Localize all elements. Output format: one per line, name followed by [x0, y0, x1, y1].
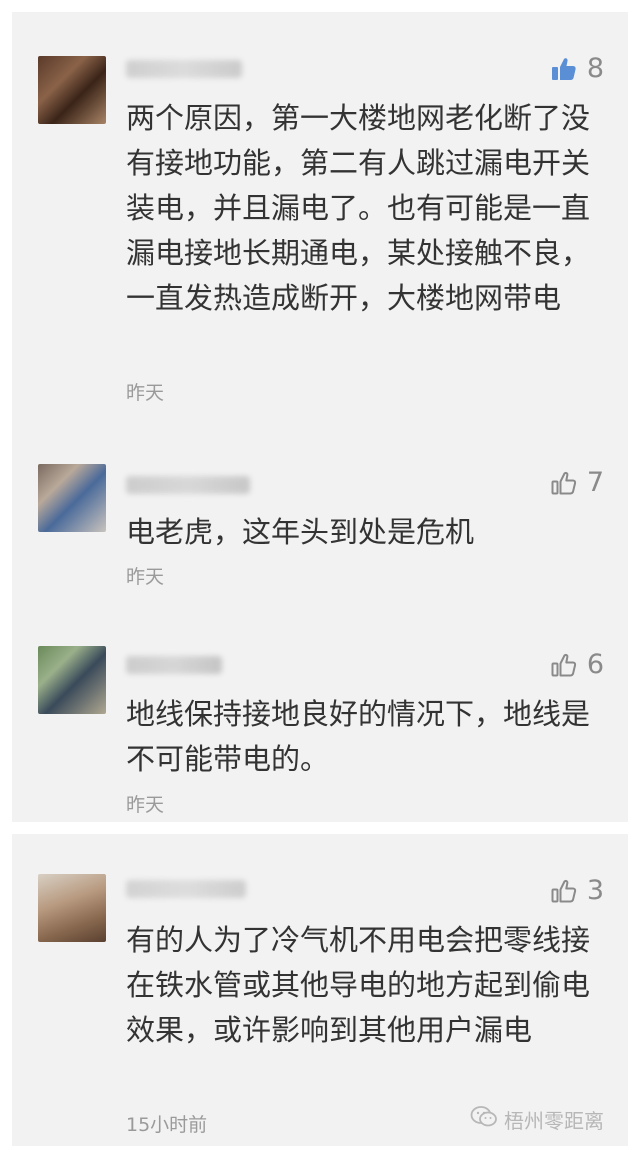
watermark-text: 梧州零距离: [504, 1109, 604, 1133]
comments-card-secondary: 3 有的人为了冷气机不用电会把零线接在铁水管或其他导电的地方起到偷电效果，或许影…: [12, 834, 628, 1146]
username-blurred[interactable]: [126, 60, 242, 78]
comment-time: 15小时前: [126, 1114, 208, 1136]
username-blurred[interactable]: [126, 880, 246, 898]
avatar[interactable]: [38, 464, 106, 532]
avatar[interactable]: [38, 646, 106, 714]
comment-time: 昨天: [126, 794, 165, 816]
username-blurred[interactable]: [126, 476, 250, 494]
comment-text: 有的人为了冷气机不用电会把零线接在铁水管或其他导电的地方起到偷电效果，或许影响到…: [126, 923, 591, 1047]
thumbs-up-icon: [551, 470, 577, 496]
watermark: 梧州零距离: [470, 1105, 604, 1134]
like-count: 3: [586, 875, 604, 906]
avatar[interactable]: [38, 56, 106, 124]
like-count: 7: [586, 467, 604, 498]
thumbs-up-filled-icon: [551, 56, 577, 82]
avatar[interactable]: [38, 874, 106, 942]
thumbs-up-icon: [551, 652, 577, 678]
comment-text: 地线保持接地良好的情况下，地线是不可能带电的。: [126, 697, 591, 776]
wechat-logo-icon: [470, 1105, 498, 1134]
like-button[interactable]: 6: [551, 648, 604, 682]
like-button[interactable]: 8: [551, 52, 604, 86]
thumbs-up-icon: [551, 878, 577, 904]
comment-time: 昨天: [126, 566, 165, 588]
comments-card-main: 8 两个原因，第一大楼地网老化断了没有接地功能，第二有人跳过漏电开关装电，并且漏…: [12, 12, 628, 822]
like-button[interactable]: 3: [551, 874, 604, 908]
like-count: 6: [586, 649, 604, 680]
username-blurred[interactable]: [126, 656, 222, 674]
comment-text: 电老虎，这年头到处是危机: [126, 515, 475, 549]
like-count: 8: [586, 53, 604, 84]
comment-text: 两个原因，第一大楼地网老化断了没有接地功能，第二有人跳过漏电开关装电，并且漏电了…: [126, 101, 591, 315]
comment-time: 昨天: [126, 382, 165, 404]
like-button[interactable]: 7: [551, 466, 604, 500]
